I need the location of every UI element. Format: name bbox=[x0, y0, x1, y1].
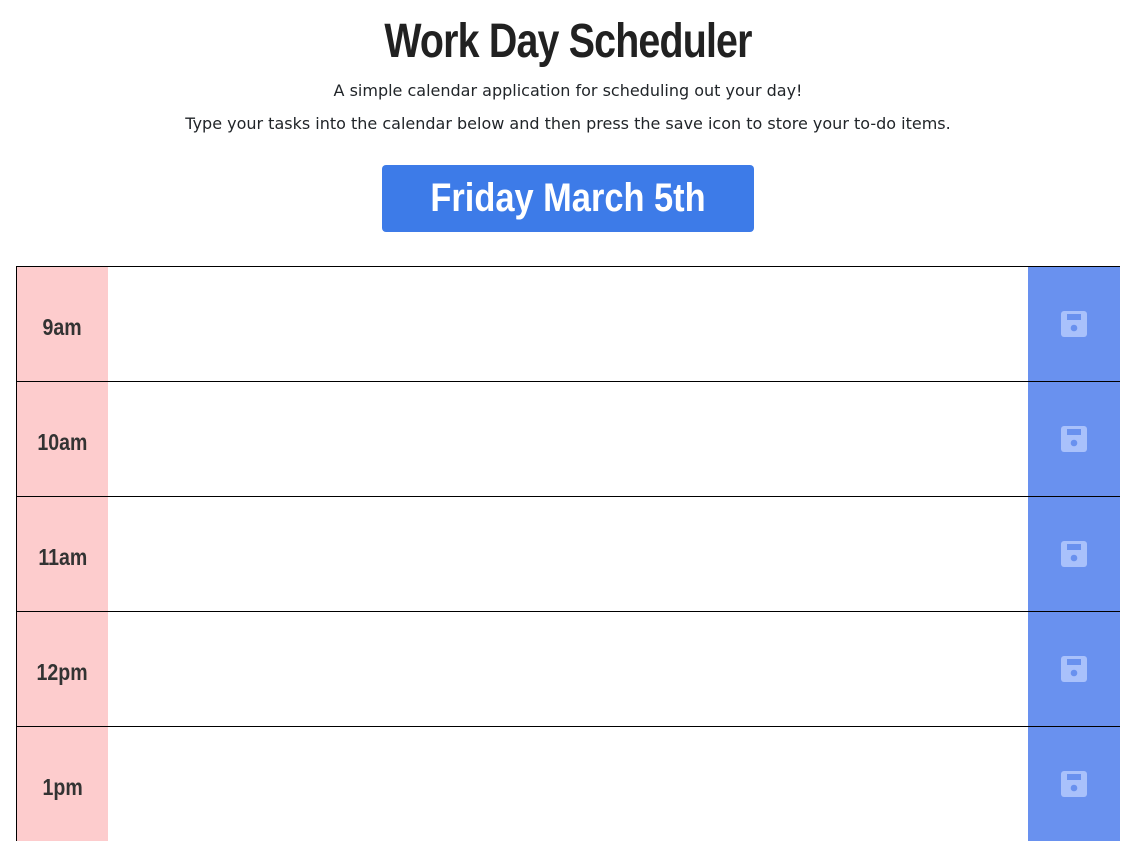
save-button[interactable] bbox=[1028, 382, 1120, 496]
current-day-text: Friday March 5th 2021 bbox=[430, 176, 706, 220]
hour-label: 9am bbox=[16, 267, 108, 381]
task-textarea[interactable] bbox=[108, 727, 1028, 841]
time-block-row: 11am bbox=[16, 496, 1120, 611]
lead-text-1: A simple calendar application for schedu… bbox=[333, 81, 803, 100]
save-button[interactable] bbox=[1028, 267, 1120, 381]
save-button[interactable] bbox=[1028, 727, 1120, 841]
floppy-disk-icon bbox=[1061, 656, 1087, 682]
save-button[interactable] bbox=[1028, 612, 1120, 726]
page-title: Work Day Scheduler bbox=[384, 15, 752, 68]
time-block-row: 1pm bbox=[16, 726, 1120, 841]
hour-label: 11am bbox=[16, 497, 108, 611]
hour-text: 10am bbox=[37, 428, 88, 455]
floppy-disk-icon bbox=[1061, 771, 1087, 797]
time-block-row: 9am bbox=[16, 266, 1120, 381]
time-block-row: 10am bbox=[16, 381, 1120, 496]
hour-text: 1pm bbox=[42, 773, 83, 800]
hour-label: 1pm bbox=[16, 727, 108, 841]
current-day-container: Friday March 5th 2021 bbox=[0, 165, 1136, 232]
time-block-list: 9am 10am 11am 12pm 1pm bbox=[16, 266, 1120, 841]
hour-text: 9am bbox=[42, 313, 83, 340]
hour-text: 12pm bbox=[36, 658, 89, 685]
floppy-disk-icon bbox=[1061, 541, 1087, 567]
task-textarea[interactable] bbox=[108, 497, 1028, 611]
current-day-badge: Friday March 5th 2021 bbox=[382, 165, 754, 232]
floppy-disk-icon bbox=[1061, 426, 1087, 452]
hour-label: 12pm bbox=[16, 612, 108, 726]
hour-text: 11am bbox=[38, 543, 87, 570]
lead-text-2: Type your tasks into the calendar below … bbox=[185, 114, 951, 133]
page-header: Work Day Scheduler A simple calendar app… bbox=[0, 0, 1136, 140]
task-textarea[interactable] bbox=[108, 382, 1028, 496]
time-block-row: 12pm bbox=[16, 611, 1120, 726]
task-textarea[interactable] bbox=[108, 267, 1028, 381]
save-button[interactable] bbox=[1028, 497, 1120, 611]
hour-label: 10am bbox=[16, 382, 108, 496]
task-textarea[interactable] bbox=[108, 612, 1028, 726]
floppy-disk-icon bbox=[1061, 311, 1087, 337]
